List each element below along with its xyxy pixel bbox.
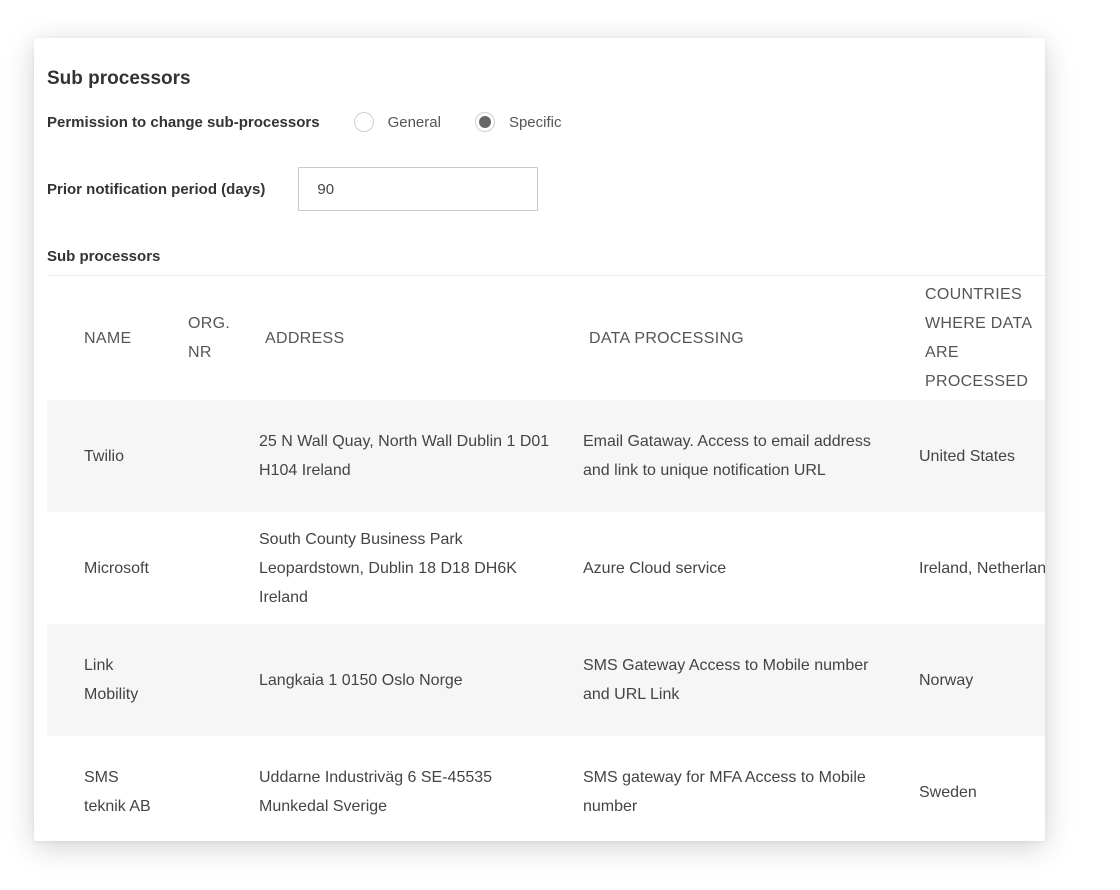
radio-specific[interactable]: Specific — [474, 112, 562, 132]
table-row: Link Mobility Langkaia 1 0150 Oslo Norge… — [47, 624, 1045, 736]
header-data-processing: DATA PROCESSING — [589, 330, 745, 347]
row-countries-text: Sweden — [919, 784, 977, 801]
permission-row: Permission to change sub-processors Gene… — [47, 110, 561, 134]
row-name: Twilio — [84, 448, 125, 465]
table-header-row: NAME ORG. NR ADDRESS DATA PROCESSING COU… — [47, 276, 1045, 400]
radio-selected-dot-icon — [478, 116, 491, 128]
radio-general-label[interactable]: General — [388, 114, 441, 131]
sub-processors-table: NAME ORG. NR ADDRESS DATA PROCESSING COU… — [47, 275, 1045, 841]
notification-label: Prior notification period (days) — [47, 180, 266, 198]
row-data-processing: SMS gateway for MFA Access to Mobile num… — [583, 769, 866, 815]
row-countries: United States — [919, 442, 1045, 471]
row-countries-text: United States — [919, 448, 1016, 465]
row-address: 25 N Wall Quay, North Wall Dublin 1 D01 … — [259, 433, 550, 479]
row-address: South County Business Park Leopardstown,… — [259, 531, 517, 606]
row-data-processing: SMS Gateway Access to Mobile number and … — [583, 657, 869, 703]
radio-general-circle-icon[interactable] — [353, 112, 374, 132]
header-name: NAME — [84, 330, 132, 347]
radio-specific-label[interactable]: Specific — [509, 114, 562, 131]
section-title: Sub processors — [47, 68, 191, 89]
header-org-nr: ORG. NR — [188, 315, 231, 361]
header-countries: COUNTRIES WHERE DATA ARE PROCESSED — [925, 286, 1032, 390]
sub-processors-panel: Sub processors Permission to change sub-… — [34, 38, 1045, 841]
radio-specific-circle-icon[interactable] — [474, 112, 495, 132]
table-row: SMS teknik AB Uddarne Industriväg 6 SE-4… — [47, 736, 1045, 841]
row-name: Link Mobility — [84, 657, 139, 703]
row-name: Microsoft — [84, 560, 149, 577]
table-row: Microsoft South County Business Park Leo… — [47, 512, 1045, 624]
table-label: Sub processors — [47, 248, 161, 265]
notification-row: Prior notification period (days) — [47, 167, 539, 211]
table-row: Twilio 25 N Wall Quay, North Wall Dublin… — [47, 400, 1045, 512]
row-address: Langkaia 1 0150 Oslo Norge — [259, 672, 463, 689]
row-countries: Ireland, Netherlands — [919, 554, 1045, 583]
row-countries-text: Ireland, Netherlands — [919, 560, 1045, 577]
row-data-processing: Email Gataway. Access to email address a… — [583, 433, 871, 479]
permission-label: Permission to change sub-processors — [47, 113, 320, 131]
row-countries: Sweden — [919, 778, 1045, 807]
row-countries: Norway — [919, 666, 1045, 695]
row-address: Uddarne Industriväg 6 SE-45535 Munkedal … — [259, 769, 493, 815]
radio-general[interactable]: General — [353, 112, 441, 132]
header-address: ADDRESS — [265, 330, 345, 347]
row-name: SMS teknik AB — [84, 769, 151, 815]
row-countries-text: Norway — [919, 672, 974, 689]
row-data-processing: Azure Cloud service — [583, 560, 727, 577]
notification-period-input[interactable] — [298, 167, 539, 211]
